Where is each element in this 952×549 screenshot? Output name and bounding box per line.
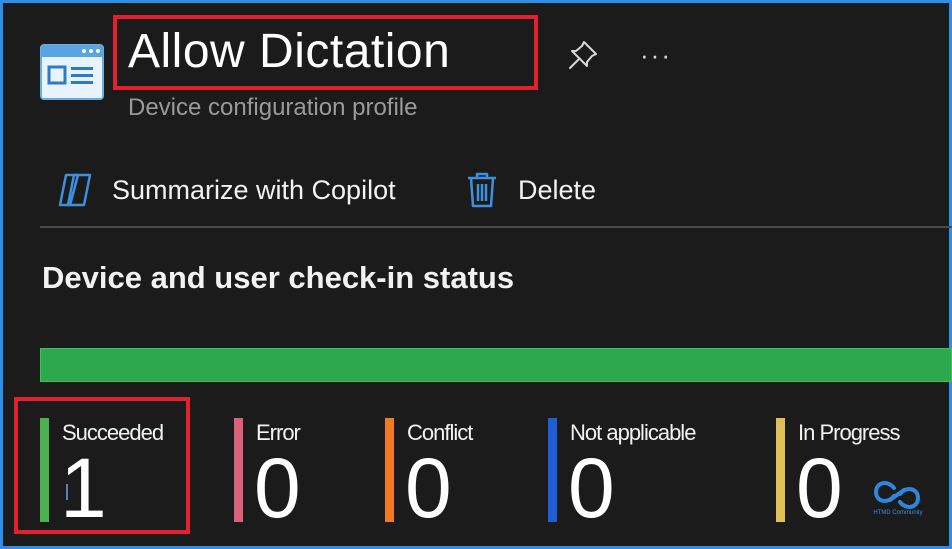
title-highlight-box	[113, 15, 538, 90]
stat-color-bar	[776, 418, 785, 522]
copilot-button-label: Summarize with Copilot	[112, 174, 396, 205]
stat-color-bar	[548, 418, 557, 522]
copilot-icon	[58, 173, 92, 207]
summarize-copilot-button[interactable]: Summarize with Copilot	[56, 170, 396, 210]
stat-color-bar	[385, 418, 394, 522]
stat-count: 0	[405, 441, 452, 535]
toolbar-divider	[40, 226, 952, 228]
section-title: Device and user check-in status	[42, 260, 515, 295]
trash-icon	[468, 172, 496, 208]
succeeded-highlight-box	[14, 397, 190, 534]
progress-fill-succeeded	[40, 348, 952, 382]
htmd-logo-icon	[873, 481, 921, 509]
watermark-text: HTMD Community	[873, 510, 923, 516]
page-subtitle: Device configuration profile	[128, 94, 418, 121]
more-options-icon[interactable]: ···	[640, 40, 676, 70]
stat-color-bar	[234, 418, 243, 522]
stat-count: 0	[796, 441, 843, 535]
stat-count: 0	[568, 441, 615, 535]
delete-button[interactable]: Delete	[466, 170, 596, 210]
delete-button-label: Delete	[518, 174, 597, 205]
profile-window-icon	[40, 44, 104, 100]
stat-count: 0	[254, 441, 301, 535]
checkin-progress-bar	[40, 348, 952, 382]
pin-icon[interactable]	[566, 38, 600, 72]
